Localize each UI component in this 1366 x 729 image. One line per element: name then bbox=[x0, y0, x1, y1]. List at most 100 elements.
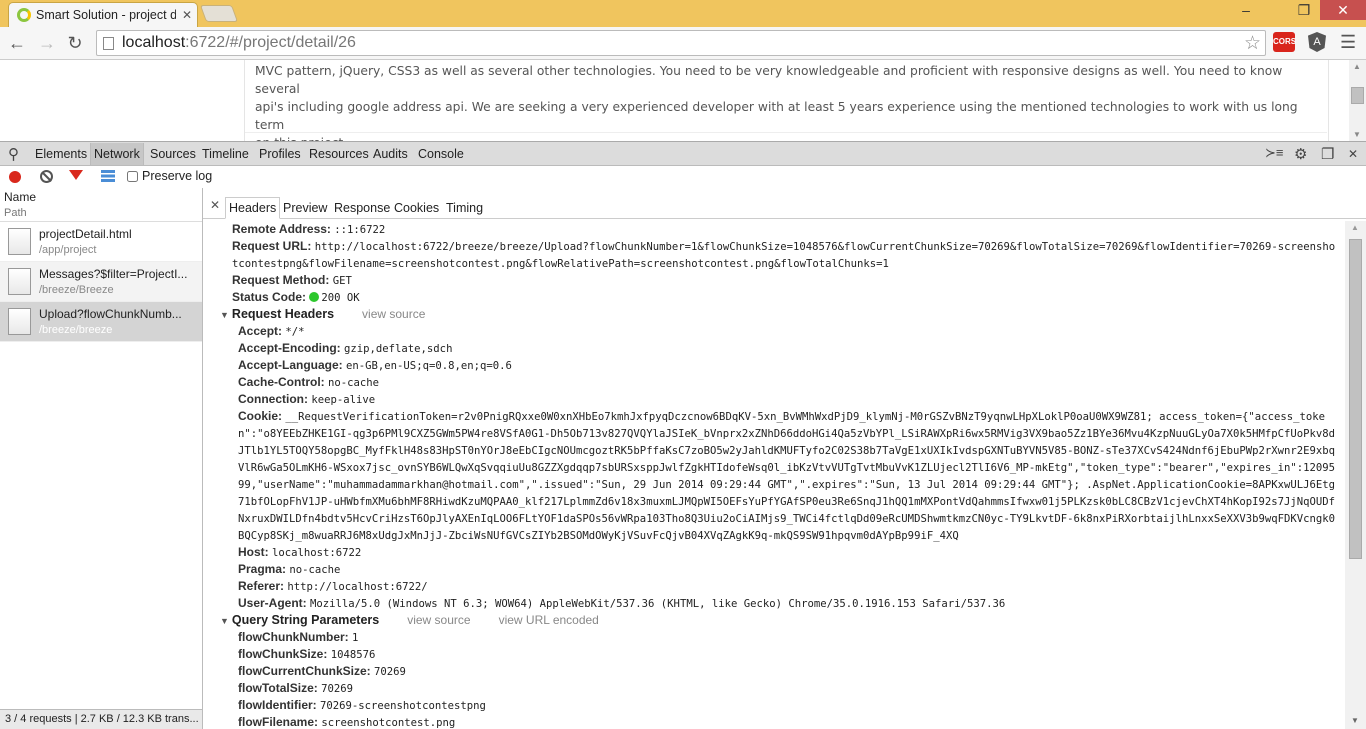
devtools-tab-sources[interactable]: Sources bbox=[146, 145, 200, 163]
record-icon[interactable] bbox=[9, 171, 21, 183]
scrollbar-thumb[interactable] bbox=[1351, 87, 1364, 104]
file-icon bbox=[8, 268, 31, 295]
browser-toolbar: ← → ↻ localhost:6722/#/project/detail/26… bbox=[0, 27, 1366, 60]
site-favicon-icon bbox=[17, 8, 31, 22]
headers-content: Remote Address: ::1:6722 Request URL: ht… bbox=[203, 221, 1345, 729]
dock-icon[interactable]: ❐ bbox=[1321, 145, 1334, 163]
preserve-log-label: Preserve log bbox=[142, 169, 213, 183]
devtools-close-icon[interactable]: ✕ bbox=[1348, 147, 1358, 161]
reload-icon[interactable]: ↻ bbox=[64, 33, 86, 54]
request-list-header[interactable]: Name Path bbox=[0, 188, 202, 222]
view-source-link[interactable]: view source bbox=[362, 307, 425, 321]
header-row: User-Agent: Mozilla/5.0 (Windows NT 6.3;… bbox=[238, 596, 1006, 610]
description-line: api's including google address api. We a… bbox=[255, 100, 1298, 132]
scrollbar-thumb[interactable] bbox=[1349, 239, 1362, 559]
description-line: on this project. bbox=[255, 134, 1318, 141]
param-row: flowChunkNumber: 1 bbox=[238, 630, 359, 644]
path-column-header: Path bbox=[4, 207, 27, 219]
network-toolbar: Preserve log bbox=[0, 166, 1366, 188]
file-icon bbox=[8, 308, 31, 335]
project-description-panel: MVC pattern, jQuery, CSS3 as well as sev… bbox=[244, 60, 1329, 141]
tab-close-icon[interactable]: ✕ bbox=[182, 8, 192, 22]
request-name: projectDetail.html bbox=[39, 227, 132, 241]
scroll-up-icon[interactable]: ▲ bbox=[1353, 62, 1361, 71]
angular-extension-icon[interactable]: A bbox=[1308, 32, 1326, 52]
scroll-down-icon[interactable]: ▼ bbox=[1353, 130, 1361, 139]
window-titlebar: Smart Solution - project d ✕ – ❐ ✕ bbox=[0, 0, 1366, 27]
console-drawer-icon[interactable]: ≻≡ bbox=[1265, 145, 1283, 161]
page-icon bbox=[103, 36, 114, 50]
divider bbox=[245, 132, 1327, 133]
minimize-button[interactable]: – bbox=[1232, 0, 1260, 20]
detail-tab-response[interactable]: Response bbox=[330, 199, 394, 217]
devtools-tab-audits[interactable]: Audits bbox=[369, 145, 412, 163]
devtools-tab-resources[interactable]: Resources bbox=[305, 145, 373, 163]
devtools-tab-timeline[interactable]: Timeline bbox=[198, 145, 253, 163]
param-row: flowFilename: screenshotcontest.png bbox=[238, 715, 456, 729]
view-url-encoded-link[interactable]: view URL encoded bbox=[499, 613, 599, 627]
url-path: :6722/#/project/detail/26 bbox=[185, 34, 356, 51]
devtools-tab-elements[interactable]: Elements bbox=[31, 145, 91, 163]
detail-tab-cookies[interactable]: Cookies bbox=[390, 199, 443, 217]
preserve-log-checkbox[interactable] bbox=[127, 170, 138, 182]
devtools-tab-console[interactable]: Console bbox=[414, 145, 468, 163]
browser-tab[interactable]: Smart Solution - project d ✕ bbox=[8, 2, 198, 27]
collapse-triangle-icon[interactable]: ▼ bbox=[220, 616, 229, 626]
chrome-menu-icon[interactable]: ☰ bbox=[1340, 32, 1356, 53]
request-path: /breeze/Breeze bbox=[39, 284, 114, 296]
request-row[interactable]: Messages?$filter=ProjectI... /breeze/Bree… bbox=[0, 262, 202, 302]
back-icon[interactable]: ← bbox=[6, 33, 28, 54]
address-bar[interactable]: localhost:6722/#/project/detail/26 ☆ bbox=[96, 30, 1266, 56]
restore-button[interactable]: ❐ bbox=[1290, 0, 1318, 20]
detail-tab-headers[interactable]: Headers bbox=[225, 197, 281, 219]
devtools-tab-network[interactable]: Network bbox=[90, 143, 144, 165]
request-list: Name Path projectDetail.html/app/project… bbox=[0, 188, 203, 729]
cors-extension-icon[interactable]: CORS bbox=[1273, 32, 1296, 52]
scroll-down-icon[interactable]: ▼ bbox=[1351, 716, 1359, 725]
request-headers-section[interactable]: ▼ Request Headers view source bbox=[220, 306, 1345, 323]
header-row-cookie: Cookie: __RequestVerificationToken=r2v0P… bbox=[238, 409, 1336, 542]
detail-tab-preview[interactable]: Preview bbox=[279, 199, 331, 217]
view-source-link[interactable]: view source bbox=[407, 613, 470, 627]
request-row-selected[interactable]: Upload?flowChunkNumb... /breeze/breeze bbox=[0, 302, 202, 342]
page-scrollbar[interactable]: ▲ ▼ bbox=[1349, 60, 1366, 141]
detail-tab-timing[interactable]: Timing bbox=[442, 199, 487, 217]
param-row: flowTotalSize: 70269 bbox=[238, 681, 354, 695]
new-tab-button[interactable] bbox=[199, 5, 239, 22]
gear-icon[interactable]: ⚙ bbox=[1294, 145, 1307, 163]
general-request-url: Request URL: http://localhost:6722/breez… bbox=[232, 239, 1336, 270]
description-line: MVC pattern, jQuery, CSS3 as well as sev… bbox=[255, 64, 1283, 96]
request-name: Messages?$filter=ProjectI... bbox=[39, 267, 188, 281]
devtools-tab-profiles[interactable]: Profiles bbox=[255, 145, 305, 163]
url-text[interactable]: localhost:6722/#/project/detail/26 bbox=[122, 34, 356, 52]
request-path: /app/project bbox=[39, 244, 97, 256]
preserve-log-toggle[interactable]: Preserve log bbox=[127, 169, 212, 183]
request-row[interactable]: projectDetail.html/app/project bbox=[0, 222, 202, 262]
detail-tabbar: ✕ Headers Preview Response Cookies Timin… bbox=[203, 196, 1366, 219]
header-row: Accept-Language: en-GB,en-US;q=0.8,en;q=… bbox=[238, 358, 512, 372]
detail-scrollbar[interactable]: ▲ ▼ bbox=[1345, 221, 1366, 729]
general-request-method: Request Method: GET bbox=[232, 273, 352, 287]
file-icon bbox=[8, 228, 31, 255]
request-detail-panel: ✕ Headers Preview Response Cookies Timin… bbox=[203, 188, 1366, 729]
search-icon[interactable]: ⚲ bbox=[8, 145, 19, 163]
collapse-triangle-icon[interactable]: ▼ bbox=[220, 310, 229, 320]
filter-icon[interactable] bbox=[69, 170, 83, 180]
name-column-header[interactable]: Name bbox=[4, 190, 198, 204]
url-host: localhost bbox=[122, 34, 186, 51]
network-status-summary: 3 / 4 requests | 2.7 KB / 12.3 KB trans.… bbox=[0, 709, 202, 729]
clear-icon[interactable] bbox=[40, 170, 53, 183]
request-name: Upload?flowChunkNumb... bbox=[39, 307, 182, 321]
query-params-section[interactable]: ▼ Query String Parameters view source view … bbox=[220, 612, 1345, 629]
close-detail-icon[interactable]: ✕ bbox=[210, 198, 220, 212]
scroll-up-icon[interactable]: ▲ bbox=[1351, 223, 1359, 232]
header-row: Connection: keep-alive bbox=[238, 392, 376, 406]
devtools-tabbar: ⚲ Elements Network Sources Timeline Prof… bbox=[0, 141, 1366, 166]
forward-icon[interactable]: → bbox=[36, 33, 58, 54]
param-row: flowIdentifier: 70269-screenshotcontestp… bbox=[238, 698, 486, 712]
window-close-button[interactable]: ✕ bbox=[1320, 0, 1366, 20]
page-viewport: MVC pattern, jQuery, CSS3 as well as sev… bbox=[0, 60, 1366, 141]
status-ok-icon bbox=[309, 292, 320, 302]
bookmark-star-icon[interactable]: ☆ bbox=[1244, 32, 1261, 55]
large-rows-icon[interactable] bbox=[101, 170, 115, 182]
